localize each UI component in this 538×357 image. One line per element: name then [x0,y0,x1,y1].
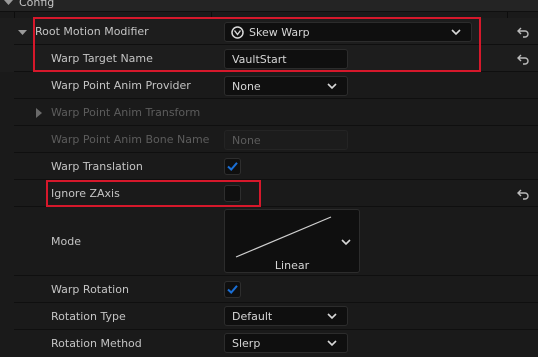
property-label: Warp Rotation [51,283,129,296]
chevron-down-icon [327,83,337,90]
rotation-method-dropdown[interactable]: Slerp [224,333,348,353]
warp-point-anim-bone-name-input: None [224,130,348,150]
property-row-warp-target-name: Warp Target Name VaultStart [0,45,538,72]
input-value: None [232,133,261,147]
dropdown-value: Default [232,309,273,323]
checkmark-icon [227,285,238,294]
chevron-down-icon [327,340,337,347]
warp-target-name-input[interactable]: VaultStart [224,49,348,69]
property-row-warp-point-anim-transform: Warp Point Anim Transform [0,99,538,126]
expand-arrow-right-icon[interactable] [35,108,43,118]
warp-rotation-checkbox[interactable] [224,281,241,298]
dropdown-value: Slerp [232,336,261,350]
root-motion-modifier-dropdown[interactable]: Skew Warp [224,22,472,42]
checkmark-icon [227,162,238,171]
expand-arrow-icon[interactable] [18,28,27,37]
property-label: Warp Translation [51,160,143,173]
property-label: Warp Point Anim Transform [51,106,201,119]
ignore-zaxis-checkbox[interactable] [224,185,241,202]
property-row-ignore-zaxis: Ignore ZAxis [0,180,538,207]
property-label: Warp Point Anim Bone Name [51,133,210,146]
expand-arrow-icon[interactable] [4,0,13,7]
chevron-down-icon [327,313,337,320]
linear-curve-icon [235,216,332,258]
property-label: Rotation Type [51,310,126,323]
property-row-rotation-type: Rotation Type Default [0,303,538,330]
property-row-warp-point-anim-provider: Warp Point Anim Provider None [0,72,538,99]
category-header-config[interactable]: Config [0,0,538,12]
property-label: Warp Point Anim Provider [51,79,191,92]
property-row-warp-rotation: Warp Rotation [0,276,538,303]
property-label: Warp Target Name [51,52,153,65]
property-label: Ignore ZAxis [51,187,120,200]
property-row-mode: Mode Linear [0,207,538,276]
class-icon [231,26,244,39]
rotation-type-dropdown[interactable]: Default [224,306,348,326]
property-label: Mode [51,235,81,248]
input-value: VaultStart [232,52,287,66]
property-label: Root Motion Modifier [35,25,149,38]
property-label: Rotation Method [51,337,142,350]
dropdown-value: None [232,79,261,93]
reset-to-default-icon[interactable] [516,187,530,201]
dropdown-value: Skew Warp [249,25,310,39]
mode-curve-selector[interactable]: Linear [224,209,360,273]
mode-value: Linear [274,259,310,272]
chevron-down-icon [341,239,351,246]
warp-point-anim-provider-dropdown[interactable]: None [224,76,348,96]
property-row-rotation-method: Rotation Method Slerp [0,330,538,357]
property-row-warp-point-anim-bone-name: Warp Point Anim Bone Name None [0,126,538,153]
warp-translation-checkbox[interactable] [224,158,241,175]
reset-to-default-icon[interactable] [516,52,530,66]
chevron-down-icon [451,29,461,36]
property-row-root-motion-modifier: Root Motion Modifier Skew Warp [0,18,538,45]
reset-to-default-icon[interactable] [516,25,530,39]
property-row-warp-translation: Warp Translation [0,153,538,180]
